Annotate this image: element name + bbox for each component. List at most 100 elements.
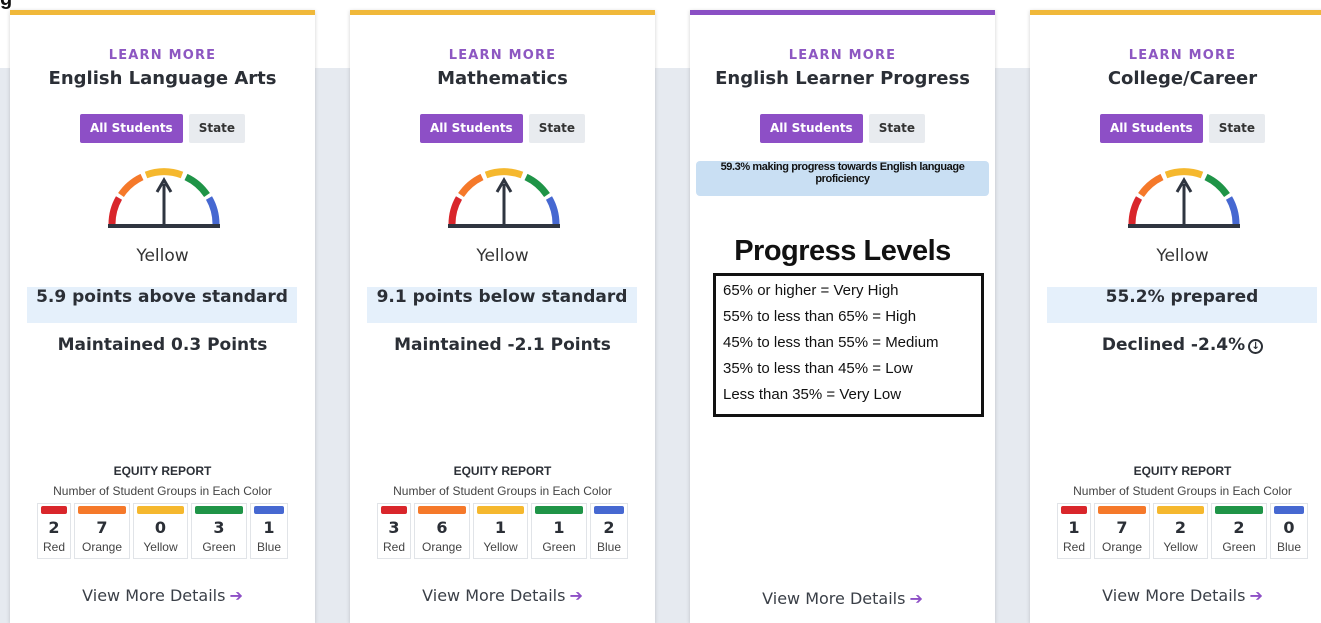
equity-cell-orange: 7 Orange	[74, 503, 130, 559]
card-english-language-arts: LEARN MORE English Language Arts All Stu…	[10, 10, 315, 623]
progress-levels-box: 65% or higher = Very High 55% to less th…	[713, 273, 984, 417]
performance-gauge-icon	[1128, 168, 1240, 228]
equity-report-subtitle: Number of Student Groups in Each Color	[393, 484, 612, 498]
equity-cell-yellow: 2 Yellow	[1153, 503, 1208, 559]
progress-levels-title: Progress Levels	[734, 235, 951, 267]
blue-swatch	[1274, 506, 1304, 514]
change-summary: Maintained 0.3 Points	[57, 335, 268, 355]
blue-swatch	[594, 506, 624, 514]
progress-level-item: 35% to less than 45% = Low	[723, 360, 913, 377]
equity-count: 1	[553, 518, 565, 537]
student-group-toggle: All Students State	[10, 114, 315, 143]
equity-count: 3	[388, 518, 400, 537]
view-more-label: View More Details	[762, 589, 906, 608]
progress-level-item: 65% or higher = Very High	[723, 282, 899, 299]
equity-cell-yellow: 1 Yellow	[473, 503, 528, 559]
view-more-details-link[interactable]: View More Details ➔	[10, 586, 315, 605]
card-college-career: LEARN MORE College/Career All Students S…	[1030, 10, 1321, 623]
arrow-right-icon: ➔	[909, 589, 923, 608]
equity-count: 6	[436, 518, 448, 537]
view-more-details-link[interactable]: View More Details ➔	[690, 589, 995, 608]
card-title: English Language Arts	[48, 68, 277, 89]
equity-report-title: EQUITY REPORT	[1133, 464, 1232, 478]
card-title: English Learner Progress	[715, 68, 970, 89]
view-more-details-link[interactable]: View More Details ➔	[1030, 586, 1321, 605]
equity-color-name: Green	[202, 540, 236, 554]
equity-count: 0	[154, 518, 167, 537]
card-title: College/Career	[1107, 68, 1258, 89]
card-english-learner-progress: LEARN MORE English Learner Progress All …	[690, 10, 995, 623]
state-button[interactable]: State	[528, 114, 586, 143]
equity-color-name: Blue	[596, 540, 622, 554]
yellow-swatch	[1157, 506, 1204, 514]
equity-color-name: Green	[542, 540, 576, 554]
progress-level-item: 55% to less than 65% = High	[723, 308, 917, 325]
equity-color-name: Green	[1222, 540, 1256, 554]
arrow-right-icon: ➔	[229, 586, 243, 605]
equity-color-name: Orange	[1101, 540, 1143, 554]
equity-cell-green: 1 Green	[531, 503, 587, 559]
equity-color-counts: 1 Red 7 Orange 2 Yellow 2 Green 0 Blue	[1030, 503, 1321, 559]
change-summary: Declined -2.4% ↓	[1030, 335, 1321, 355]
equity-count: 1	[1068, 518, 1080, 537]
equity-cell-red: 1 Red	[1057, 503, 1091, 559]
all-students-button[interactable]: All Students	[79, 114, 183, 143]
state-button[interactable]: State	[188, 114, 246, 143]
equity-count: 2	[1233, 518, 1245, 537]
performance-gauge-icon	[108, 168, 220, 228]
yellow-swatch	[137, 506, 184, 514]
view-more-label: View More Details	[1102, 586, 1246, 605]
green-swatch	[195, 506, 243, 514]
learn-more-link[interactable]: LEARN MORE	[10, 48, 315, 63]
learn-more-link[interactable]: LEARN MORE	[350, 48, 655, 63]
equity-cell-blue: 2 Blue	[590, 503, 628, 559]
equity-cell-yellow: 0 Yellow	[133, 503, 188, 559]
equity-color-name: Yellow	[483, 540, 518, 554]
student-group-toggle: All Students State	[690, 114, 995, 143]
equity-count: 7	[96, 518, 108, 537]
equity-count: 7	[1116, 518, 1128, 537]
equity-color-name: Yellow	[1163, 540, 1198, 554]
equity-count: 2	[1174, 518, 1187, 537]
green-swatch	[1215, 506, 1263, 514]
arrow-right-icon: ➔	[569, 586, 583, 605]
gauge-color-label: Yellow	[136, 246, 189, 266]
orange-swatch	[418, 506, 466, 514]
view-more-details-link[interactable]: View More Details ➔	[350, 586, 655, 605]
equity-cell-blue: 0 Blue	[1270, 503, 1308, 559]
learn-more-link[interactable]: LEARN MORE	[1030, 48, 1321, 63]
card-mathematics: LEARN MORE Mathematics All Students Stat…	[350, 10, 655, 623]
equity-cell-green: 2 Green	[1211, 503, 1267, 559]
all-students-button[interactable]: All Students	[759, 114, 863, 143]
arrow-right-icon: ➔	[1249, 586, 1263, 605]
change-summary: Maintained -2.1 Points	[394, 335, 611, 355]
equity-report-subtitle: Number of Student Groups in Each Color	[53, 484, 272, 498]
equity-color-name: Blue	[256, 540, 282, 554]
view-more-label: View More Details	[82, 586, 226, 605]
card-title: Mathematics	[437, 68, 568, 89]
red-swatch	[381, 506, 407, 514]
equity-color-name: Orange	[421, 540, 463, 554]
performance-gauge-icon	[448, 168, 560, 228]
equity-count: 0	[1283, 518, 1295, 537]
green-swatch	[535, 506, 583, 514]
red-swatch	[1061, 506, 1087, 514]
change-text: Declined -2.4%	[1101, 335, 1246, 355]
all-students-button[interactable]: All Students	[1099, 114, 1203, 143]
equity-count: 2	[603, 518, 615, 537]
gauge-color-label: Yellow	[476, 246, 529, 266]
red-swatch	[41, 506, 67, 514]
progress-level-item: Less than 35% = Very Low	[723, 386, 902, 403]
view-more-label: View More Details	[422, 586, 566, 605]
learn-more-link[interactable]: LEARN MORE	[690, 48, 995, 63]
state-button[interactable]: State	[1208, 114, 1266, 143]
equity-color-name: Red	[382, 540, 405, 554]
all-students-button[interactable]: All Students	[419, 114, 523, 143]
state-button[interactable]: State	[868, 114, 926, 143]
equity-report-title: EQUITY REPORT	[453, 464, 552, 478]
equity-count: 1	[263, 518, 275, 537]
equity-cell-orange: 6 Orange	[414, 503, 470, 559]
student-group-toggle: All Students State	[350, 114, 655, 143]
equity-color-name: Blue	[1276, 540, 1302, 554]
equity-count: 1	[494, 518, 507, 537]
